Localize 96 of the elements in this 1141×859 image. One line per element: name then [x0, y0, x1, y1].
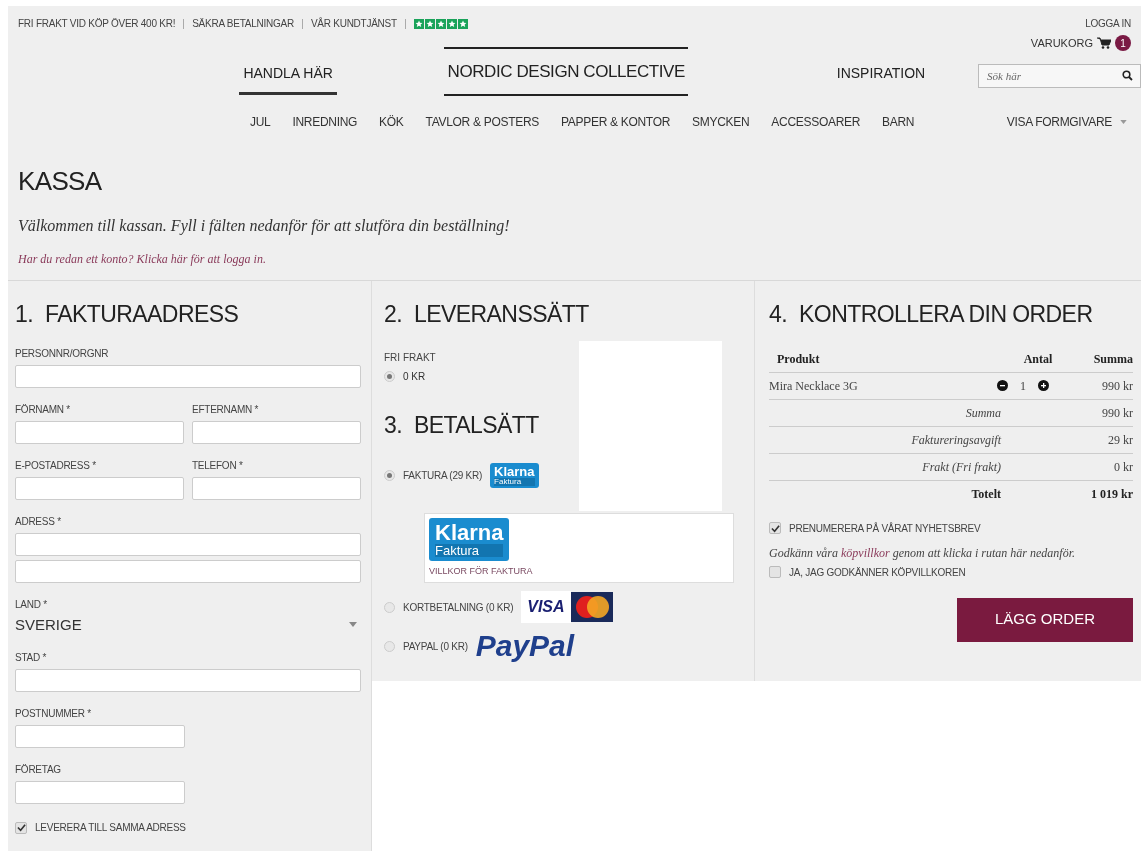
category-link[interactable]: JUL	[250, 112, 271, 131]
cart-icon	[1097, 37, 1111, 50]
plus-icon[interactable]	[1038, 380, 1049, 391]
search-field[interactable]: Sök här	[978, 64, 1141, 88]
summary-label: Faktureringsavgift	[910, 431, 1002, 449]
section-title: KONTROLLERA DIN ORDER	[799, 302, 1093, 326]
option-label: 0 KR	[403, 369, 426, 384]
column-header: Antal	[1022, 350, 1054, 368]
input-field[interactable]	[15, 364, 361, 388]
field-label: PERSONNR/ORGNR	[15, 346, 110, 361]
option-label: PAYPAL (0 KR)	[403, 639, 468, 654]
input-field[interactable]	[15, 669, 361, 692]
page-title: KASSA	[18, 167, 103, 194]
input-field[interactable]	[15, 559, 361, 583]
intro-text: Välkommen till kassan. Fyll i fälten nedanför för att slutföra din beställning!	[18, 215, 511, 237]
field-label: TELEFON *	[192, 458, 244, 473]
field-label: LAND *	[15, 597, 48, 612]
summary-value: 990 kr	[1101, 404, 1133, 422]
section-number: 1.	[15, 302, 34, 326]
checkbox-label: JA, JAG GODKÄNNER KÖPVILLKOREN	[789, 565, 966, 580]
card-logo-icon	[570, 592, 613, 622]
radio-button[interactable]	[384, 370, 395, 382]
summary-value: 1 019 kr	[1090, 485, 1133, 503]
section-title: BETALSÄTT	[414, 413, 539, 437]
option-label: FAKTURA (29 KR)	[403, 468, 483, 483]
field-label: EFTERNAMN *	[192, 402, 260, 417]
input-field[interactable]	[15, 532, 361, 556]
visa-logo: VISA	[521, 591, 571, 623]
radio-button[interactable]	[384, 601, 395, 613]
input-field[interactable]	[192, 476, 361, 500]
summary-label: Totelt	[970, 485, 1002, 503]
column-header: Produkt	[776, 350, 821, 368]
category-link[interactable]: INREDNING	[292, 112, 358, 131]
checkbox[interactable]	[15, 821, 27, 834]
country-select[interactable]: SVERIGE	[15, 613, 361, 636]
category-link[interactable]: PAPPER & KONTOR	[561, 112, 671, 131]
summary-value: 29 kr	[1107, 431, 1133, 449]
nav-tab[interactable]: INSPIRATION	[832, 48, 930, 95]
field-label: STAD *	[15, 651, 48, 665]
top-bar-link[interactable]: FRI FRAKT VID KÖP ÖVER 400 KR!	[18, 16, 176, 31]
field-label: POSTNUMMER *	[15, 707, 92, 721]
minus-icon[interactable]	[997, 380, 1008, 391]
section-number: 2.	[384, 302, 403, 326]
site-logo[interactable]: NORDIC DESIGN COLLECTIVE	[444, 46, 689, 97]
checkbox[interactable]	[769, 566, 781, 578]
field-label: E-POSTADRESS *	[15, 458, 97, 473]
input-field[interactable]	[15, 420, 184, 444]
rating-badge-icon	[413, 18, 468, 29]
summary-value: 0 kr	[1113, 458, 1133, 476]
section-title: LEVERANSSÄTT	[414, 302, 589, 326]
field-label: FÖRETAG	[15, 763, 62, 777]
section-title: FAKTURAADRESS	[45, 302, 239, 326]
category-link[interactable]: TAVLOR & POSTERS	[425, 112, 539, 131]
input-field[interactable]	[15, 781, 185, 804]
category-link[interactable]: SMYCKEN	[692, 112, 750, 131]
product-name: Mira Necklace 3G	[769, 377, 859, 395]
summary-label: Summa	[964, 404, 1002, 422]
klarna-logo: Klarna Faktura	[429, 517, 510, 561]
nav-tab[interactable]: HANDLA HÄR	[239, 48, 337, 95]
designer-menu[interactable]: VISA FORMGIVARE	[1006, 112, 1127, 131]
column-header: Summa	[1092, 350, 1133, 368]
login-link[interactable]: LOGGA IN	[1085, 16, 1131, 31]
radio-button[interactable]	[384, 469, 395, 481]
place-order-button[interactable]: LÄGG ORDER	[957, 597, 1133, 642]
section-number: 4.	[769, 302, 788, 326]
input-field[interactable]	[15, 725, 185, 748]
section-number: 3.	[384, 413, 403, 437]
radio-button[interactable]	[384, 640, 395, 652]
top-bar-link[interactable]: VÅR KUNDTJÄNST	[310, 16, 397, 31]
checkbox-label: LEVERERA TILL SAMMA ADRESS	[35, 821, 186, 835]
checkbox-label: PRENUMERERA PÅ VÅRAT NYHETSBREV	[789, 521, 981, 536]
caret-icon	[1120, 119, 1127, 124]
price-cell-text: 990 kr	[1101, 377, 1133, 395]
paypal-logo: PayPal	[475, 631, 575, 661]
category-link[interactable]: ACCESSOARER	[771, 112, 861, 131]
field-label: FÖRNAMN *	[15, 402, 71, 417]
input-field[interactable]	[15, 476, 184, 500]
top-bar-link[interactable]: SÄKRA BETALNINGAR	[192, 16, 294, 31]
group-label: FRI FRAKT	[384, 350, 437, 365]
input-field[interactable]	[192, 420, 361, 444]
klarna-logo: Klarna Faktura	[490, 462, 539, 488]
field-label: ADRESS *	[15, 514, 62, 529]
category-link[interactable]: BARN	[882, 112, 915, 131]
terms-link[interactable]: köpvillkor	[841, 545, 890, 560]
quantity-value: 1	[1020, 377, 1026, 395]
terms-text: Godkänn våra köpvillkor genom att klicka i rutan här nedanför.	[769, 545, 1076, 561]
search-icon[interactable]	[1122, 70, 1133, 81]
cart-link[interactable]: VARUKORG	[1030, 35, 1093, 52]
login-link[interactable]: Har du redan ett konto? Klicka här för att logga in.	[18, 249, 1131, 268]
terms-link[interactable]: VILLKOR FÖR FAKTURA	[429, 564, 729, 578]
checkbox[interactable]	[769, 522, 781, 534]
summary-label: Frakt (Fri frakt)	[921, 458, 1002, 476]
category-link[interactable]: KÖK	[379, 112, 404, 131]
option-label: KORTBETALNING (0 KR)	[403, 600, 514, 615]
caret-icon	[349, 622, 357, 628]
cart-count-badge: 1	[1115, 35, 1131, 52]
